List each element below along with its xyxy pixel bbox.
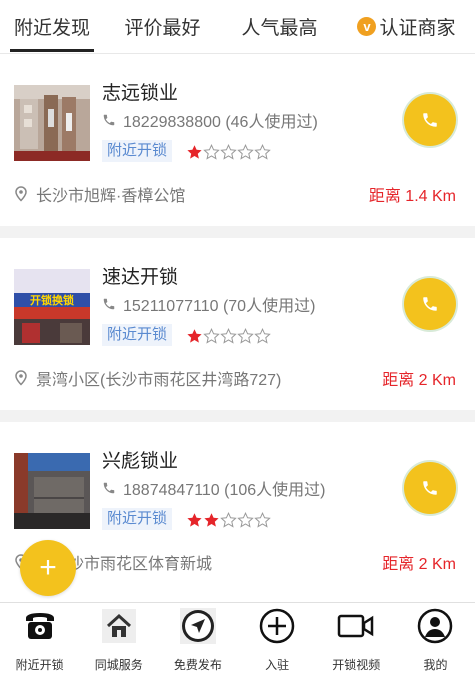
card-separator xyxy=(0,226,475,238)
shop-phone[interactable]: 18874847110 (106人使用过) xyxy=(102,476,326,500)
shop-name[interactable]: 志远锁业 xyxy=(102,78,178,105)
shop-thumbnail: 开锁换锁 xyxy=(14,269,90,345)
shop-tag: 附近开锁 xyxy=(102,324,173,346)
star-filled-icon xyxy=(204,513,219,527)
card-separator xyxy=(0,410,475,422)
star-empty-icon xyxy=(203,144,220,160)
shop-card[interactable]: 开锁换锁 速达开锁 15211077110 (70人使用过) 附近开锁 景湾小区… xyxy=(0,238,475,410)
star-empty-icon xyxy=(220,512,237,528)
nav-label: 免费发布 xyxy=(173,658,222,672)
nav-item-unlock-videos[interactable]: 开锁视频 xyxy=(317,603,396,673)
shop-tag: 附近开锁 xyxy=(102,508,173,530)
phone-icon xyxy=(423,297,437,311)
star-empty-icon xyxy=(220,144,237,160)
tab-most-popular[interactable]: 人气最高 xyxy=(221,0,338,52)
nav-item-join[interactable]: 入驻 xyxy=(238,603,317,673)
phone-icon xyxy=(103,298,115,310)
tab-verified[interactable]: v 认证商家 xyxy=(338,0,475,52)
star-empty-icon xyxy=(237,512,254,528)
user-icon xyxy=(416,607,454,645)
shop-distance: 距离 2 Km xyxy=(382,556,456,573)
shop-phone-text: 15211077110 (70人使用过) xyxy=(123,298,316,315)
nav-item-local-services[interactable]: 同城服务 xyxy=(79,603,158,673)
home-icon xyxy=(100,607,138,645)
plus-icon: + xyxy=(39,551,57,584)
shop-thumbnail xyxy=(14,85,90,161)
shop-address[interactable]: 长沙市旭辉·香樟公馆 xyxy=(14,182,185,206)
tab-best-rated[interactable]: 评价最好 xyxy=(104,0,221,52)
call-button[interactable] xyxy=(404,278,456,330)
nav-label: 附近开锁 xyxy=(15,658,64,672)
call-button[interactable] xyxy=(404,462,456,514)
shop-phone[interactable]: 18229838800 (46人使用过) xyxy=(102,108,318,132)
phone-icon xyxy=(103,482,115,494)
tab-best-rated-label: 评价最好 xyxy=(124,17,201,39)
shop-address-text: 景湾小区(长沙市雨花区井湾路727) xyxy=(36,372,282,389)
shop-tag: 附近开锁 xyxy=(102,140,173,162)
shop-phone-text: 18229838800 (46人使用过) xyxy=(123,114,318,131)
tab-nearby[interactable]: 附近发现 xyxy=(0,0,104,52)
video-camera-icon xyxy=(337,607,375,645)
star-filled-icon xyxy=(187,329,202,343)
phone-icon xyxy=(103,114,115,126)
rating-stars xyxy=(186,144,271,161)
call-button[interactable] xyxy=(404,94,456,146)
phone-icon xyxy=(423,113,437,127)
star-empty-icon xyxy=(254,144,271,160)
nav-label: 开锁视频 xyxy=(332,658,381,672)
star-empty-icon xyxy=(254,512,271,528)
nav-item-nearby-unlock[interactable]: 附近开锁 xyxy=(0,603,79,673)
nav-item-me[interactable]: 我的 xyxy=(396,603,475,673)
star-empty-icon xyxy=(203,328,220,344)
shop-address-text: 长沙市旭辉·香樟公馆 xyxy=(36,188,186,205)
navigation-arrow-icon xyxy=(179,607,217,645)
rating-stars xyxy=(186,512,271,529)
tab-nearby-label: 附近发现 xyxy=(13,17,90,39)
nav-label: 同城服务 xyxy=(94,658,143,672)
shop-name[interactable]: 速达开锁 xyxy=(102,262,178,289)
shop-phone-text: 18874847110 (106人使用过) xyxy=(123,482,326,499)
location-pin-icon xyxy=(15,186,27,202)
shop-distance: 距离 1.4 Km xyxy=(368,188,456,205)
telephone-icon xyxy=(21,607,59,645)
plus-circle-icon xyxy=(258,607,296,645)
verified-v-icon: v xyxy=(357,16,377,36)
nav-label: 我的 xyxy=(423,658,448,672)
star-filled-icon xyxy=(187,145,202,159)
add-floating-button[interactable]: + xyxy=(20,540,76,596)
star-empty-icon xyxy=(220,328,237,344)
star-empty-icon xyxy=(254,328,271,344)
shop-phone[interactable]: 15211077110 (70人使用过) xyxy=(102,292,315,316)
shop-distance: 距离 2 Km xyxy=(382,372,456,389)
location-pin-icon xyxy=(15,370,27,386)
thumb-sign-text: 开锁换锁 xyxy=(30,293,74,307)
star-filled-icon xyxy=(187,513,202,527)
star-empty-icon xyxy=(237,328,254,344)
shop-name[interactable]: 兴彪锁业 xyxy=(102,446,178,473)
tab-most-popular-label: 人气最高 xyxy=(241,17,318,39)
shop-thumbnail xyxy=(14,453,90,529)
bottom-nav: 附近开锁 同城服务 免费发布 入驻 开锁视频 我的 xyxy=(0,602,475,673)
nav-item-free-post[interactable]: 免费发布 xyxy=(158,603,237,673)
shop-address[interactable]: 景湾小区(长沙市雨花区井湾路727) xyxy=(14,366,281,390)
filter-tabs: 附近发现 评价最好 人气最高 v 认证商家 xyxy=(0,0,475,52)
rating-stars xyxy=(186,328,271,345)
nav-label: 入驻 xyxy=(265,658,290,672)
phone-icon xyxy=(423,481,437,495)
star-empty-icon xyxy=(237,144,254,160)
shop-card[interactable]: 志远锁业 18229838800 (46人使用过) 附近开锁 长沙市旭辉·香樟公… xyxy=(0,54,475,226)
tab-verified-label: 认证商家 xyxy=(379,17,456,39)
